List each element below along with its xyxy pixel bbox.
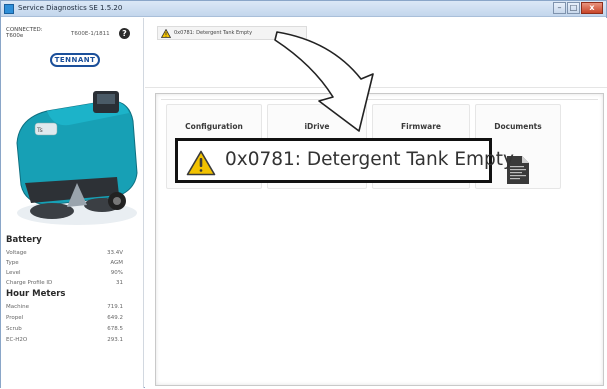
tab-label: Configuration (185, 122, 243, 131)
main-area: 0x0781: Detergent Tank Empty Configurati… (145, 18, 607, 388)
minimize-button[interactable]: – (553, 2, 566, 14)
hour-meter-row-value: 678.5 (107, 326, 123, 332)
warning-triangle-icon (186, 150, 216, 176)
tab-label: Firmware (401, 122, 441, 131)
hour-meter-row-label: Propel (6, 315, 24, 321)
app-icon (4, 4, 14, 14)
hour-meter-row-scrub: Scrub 678.5 (6, 326, 123, 332)
battery-row-voltage: Voltage 33.4V (6, 250, 123, 256)
battery-row-type: Type AGM (6, 260, 123, 266)
battery-row-value: 33.4V (106, 250, 123, 256)
svg-text:Ts: Ts (36, 127, 43, 134)
hour-meters-section-title: Hour Meters (6, 289, 66, 299)
machine-model: T600e (6, 33, 24, 39)
battery-row-label: Voltage (6, 250, 27, 256)
title-bar[interactable]: Service Diagnostics SE 1.5.20 – □ x (1, 1, 606, 17)
header-divider (145, 87, 607, 88)
tab-label: iDrive (304, 122, 330, 131)
hour-meter-row-value: 293.1 (107, 337, 123, 343)
maximize-button[interactable]: □ (567, 2, 580, 14)
hour-meter-row-label: Machine (6, 304, 30, 310)
hour-meter-row-label: EC-H2O (6, 337, 28, 343)
battery-row-level: Level 90% (6, 270, 123, 276)
app-window: Service Diagnostics SE 1.5.20 – □ x CONN… (0, 0, 607, 388)
callout-text: 0x0781: Detergent Tank Empty (225, 149, 514, 170)
battery-row-value: 90% (110, 270, 123, 276)
battery-row-label: Charge Profile ID (6, 280, 53, 286)
close-button[interactable]: x (581, 2, 603, 14)
battery-row-label: Level (6, 270, 21, 276)
hour-meter-row-propel: Propel 649.2 (6, 315, 123, 321)
window-title: Service Diagnostics SE 1.5.20 (18, 4, 123, 12)
tab-label: Documents (494, 122, 542, 131)
sidebar: CONNECTED: T600e T600E-1/1811 ? TENNANT … (1, 18, 144, 388)
function-panel: Configuration iDrive Firmware Documents (155, 93, 604, 386)
alert-callout: 0x0781: Detergent Tank Empty (175, 138, 514, 183)
hour-meter-row-value: 719.1 (107, 304, 123, 310)
hour-meter-row-value: 649.2 (107, 315, 123, 321)
tennant-logo: TENNANT (50, 53, 100, 67)
hour-meter-row-label: Scrub (6, 326, 22, 332)
alert-bar[interactable]: 0x0781: Detergent Tank Empty (157, 26, 307, 40)
machine-image: Ts (16, 91, 138, 225)
hour-meter-row-machine: Machine 719.1 (6, 304, 123, 310)
machine-serial: T600E-1/1811 (71, 31, 110, 37)
battery-row-charge-profile: Charge Profile ID 31 (6, 280, 123, 286)
help-icon[interactable]: ? (119, 28, 130, 39)
battery-row-value: AGM (110, 260, 123, 266)
connection-block: CONNECTED: T600e (6, 27, 43, 39)
warning-triangle-icon (161, 29, 171, 38)
window-controls: – □ x (553, 2, 603, 15)
panel-divider (161, 99, 598, 100)
battery-section-title: Battery (6, 235, 42, 245)
hour-meter-row-ec-h2o: EC-H2O 293.1 (6, 337, 123, 343)
alert-text: 0x0781: Detergent Tank Empty (174, 30, 253, 36)
battery-row-value: 31 (116, 280, 123, 286)
battery-row-label: Type (6, 260, 19, 266)
